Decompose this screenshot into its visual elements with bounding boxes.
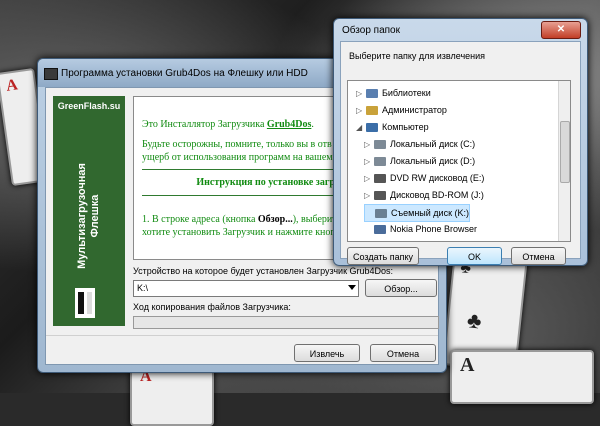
tree-item[interactable]: ▷ Локальный диск (D:) [364, 153, 475, 169]
tree-item[interactable]: Nokia Phone Browser [364, 221, 477, 237]
tree-item-label: DVD RW дисковод (E:) [390, 173, 485, 183]
tree-item-label: Компьютер [382, 122, 429, 132]
device-label: Устройство на которое будет установлен З… [133, 266, 394, 276]
drive-icon [374, 157, 386, 167]
user-icon [366, 106, 378, 116]
playing-card-bottom-right: A [450, 350, 594, 404]
browse-button[interactable]: Обзор... [365, 279, 437, 297]
tree-item-label: Локальный диск (D:) [390, 156, 476, 166]
browse-folder-dialog: Обзор папок ✕ Выберите папку для извлече… [333, 18, 588, 266]
tree-scrollbar-thumb[interactable] [560, 121, 570, 183]
tree-item[interactable]: ▷ Дисковод BD-ROM (J:) [364, 187, 484, 203]
bd-icon [374, 191, 386, 201]
expand-arrow-icon[interactable]: ▷ [364, 188, 372, 204]
usb-flash-icon [75, 288, 95, 318]
ok-button[interactable]: OK [447, 247, 502, 265]
dialog-cancel-button[interactable]: Отмена [511, 247, 566, 265]
tree-item[interactable]: ▷ Администратор [356, 102, 447, 118]
intro-line: Это Инсталлятор Загрузчика Grub4Dos. [142, 119, 314, 130]
app-icon [44, 68, 58, 80]
step1-line-2: хотите установить Загрузчик и нажмите кн… [142, 227, 336, 238]
installer-cancel-button[interactable]: Отмена [370, 344, 436, 362]
tree-item[interactable]: Съемный диск (K:) [364, 204, 470, 222]
device-value: K:\ [137, 283, 149, 293]
extract-button[interactable]: Извлечь [294, 344, 360, 362]
dvd-icon [374, 174, 386, 184]
sidebar-banner: GreenFlash.su Мультизагрузочная Флешка [53, 96, 125, 326]
dialog-title: Обзор папок [342, 25, 400, 36]
installer-title: Программа установки Grub4Dos на Флешку и… [61, 68, 308, 79]
brand-text: GreenFlash.su [57, 101, 121, 111]
tree-item-label: Библиотеки [382, 88, 431, 98]
tree-item[interactable]: ▷ DVD RW дисковод (E:) [364, 170, 484, 186]
progress-label: Ход копирования файлов Загрузчика: [133, 302, 291, 312]
expand-arrow-icon[interactable]: ▷ [364, 171, 372, 187]
tree-item-label: Съемный диск (K:) [391, 208, 469, 218]
expand-arrow-icon[interactable]: ▷ [356, 86, 364, 102]
usb-drive-icon [375, 209, 387, 219]
new-folder-button[interactable]: Создать папку [347, 247, 419, 265]
tree-item[interactable]: ▷ Локальный диск (C:) [364, 136, 475, 152]
banner-line-1: Мультизагрузочная [76, 163, 88, 269]
libraries-icon [366, 89, 378, 99]
tree-item[interactable]: ◢ Компьютер [356, 119, 429, 135]
footer-divider [46, 335, 438, 336]
computer-icon [366, 123, 378, 133]
dialog-client: Выберите папку для извлечения ▷ Библиотек… [340, 41, 581, 265]
warning-line-2: ущерб от использования программ на вашем [142, 152, 333, 163]
phone-icon [374, 225, 386, 235]
tree-scrollbar[interactable] [558, 81, 570, 241]
drive-icon [374, 140, 386, 150]
expand-arrow-icon[interactable]: ▷ [364, 137, 372, 153]
dialog-prompt: Выберите папку для извлечения [349, 51, 486, 61]
step1-line: 1. В строке адреса (кнопка Обзор...), вы… [142, 214, 337, 225]
grub4dos-link[interactable]: Grub4Dos [267, 119, 311, 130]
expand-arrow-icon[interactable]: ▷ [364, 154, 372, 170]
tree-item-label: Локальный диск (C:) [390, 139, 476, 149]
expand-arrow-icon[interactable]: ▷ [356, 103, 364, 119]
copy-progress-bar [133, 316, 439, 329]
banner-line-2: Флешка [89, 194, 101, 238]
expand-arrow-icon[interactable]: ◢ [356, 120, 364, 136]
tree-item-label: Администратор [382, 105, 447, 115]
tree-item[interactable]: ▷ Библиотеки [356, 85, 431, 101]
folder-tree[interactable]: ▷ Библиотеки ▷ Администратор ◢ Компьютер ▷ Лока… [347, 80, 571, 242]
close-icon[interactable]: ✕ [541, 21, 581, 39]
warning-line-1: Будьте осторожны, помните, только вы в о… [142, 139, 332, 150]
tree-item-label: Nokia Phone Browser [390, 224, 478, 234]
tree-item-label: Дисковод BD-ROM (J:) [390, 190, 484, 200]
chevron-down-icon[interactable] [348, 285, 356, 290]
device-combobox[interactable]: K:\ [133, 280, 359, 297]
banner-vertical-text: Мультизагрузочная Флешка [76, 163, 102, 269]
